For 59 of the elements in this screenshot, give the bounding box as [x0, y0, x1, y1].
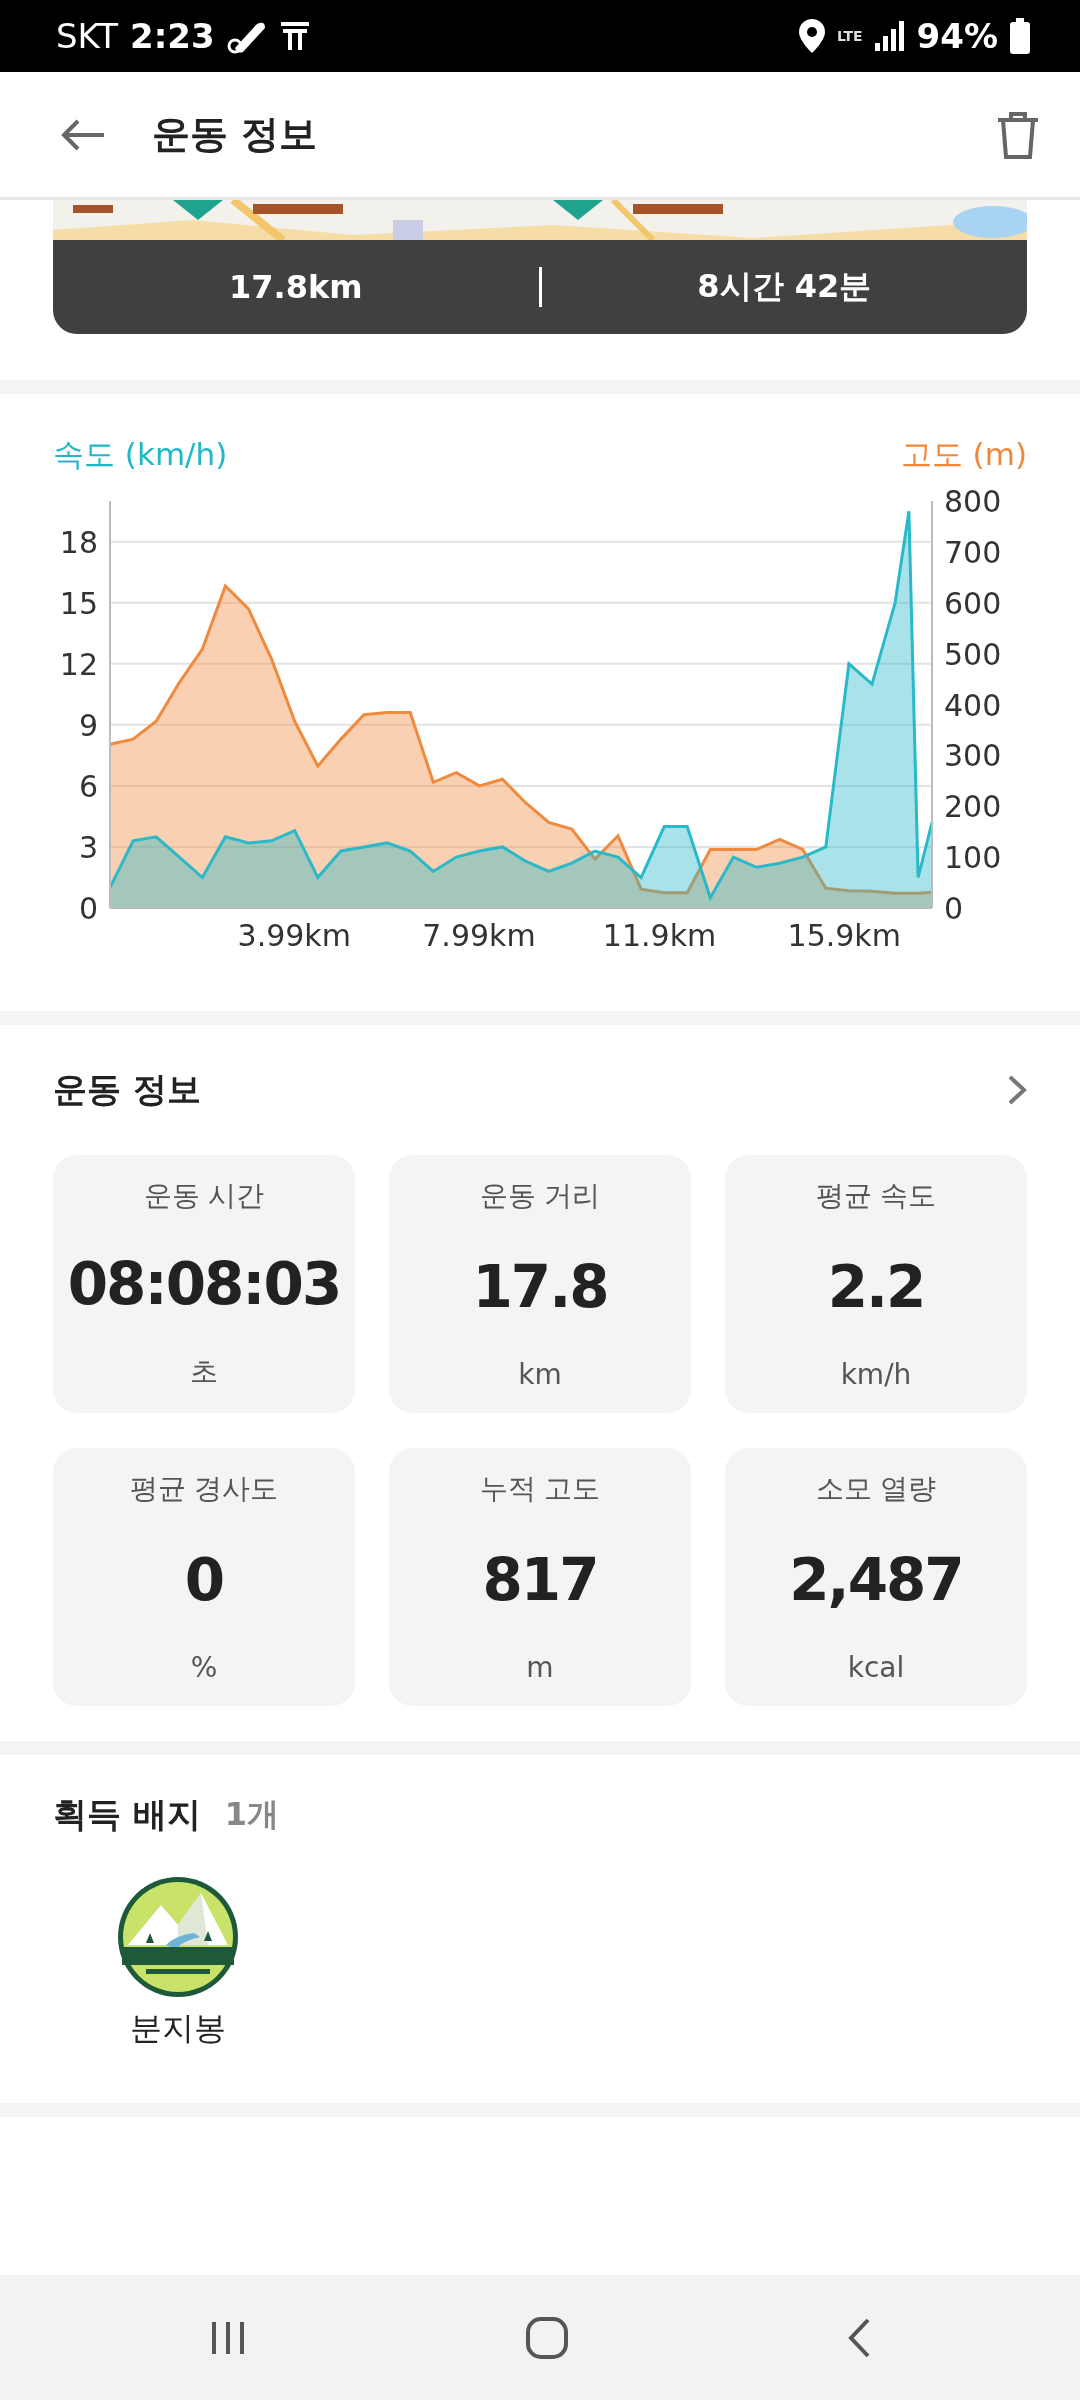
chevron-right-icon[interactable] [1007, 1074, 1027, 1106]
axis-tick-label: 6 [78, 768, 98, 804]
section-title: 획득 배지 [53, 1793, 201, 1836]
axis-tick-label: 7.99km [422, 918, 536, 953]
axis-tick-label: 400 [944, 687, 1002, 723]
stat-label: 운동 시간 [143, 1178, 265, 1214]
location-icon [798, 19, 825, 53]
stat-unit: km/h [840, 1358, 912, 1391]
axis-tick-label: 800 [944, 484, 1002, 519]
stat-value: 2.2 [827, 1252, 925, 1321]
axis-tick-label: 9 [78, 707, 98, 743]
duration-value: 8시간 42분 [696, 266, 873, 307]
stat-label: 소모 열량 [815, 1471, 937, 1507]
clock: 2:23 [130, 16, 215, 56]
distance-value: 17.8km [227, 268, 364, 306]
axis-tick-label: 0 [944, 891, 964, 926]
axis-tick-label: 3 [78, 829, 98, 865]
stat-label: 평균 경사도 [129, 1471, 279, 1507]
trash-icon[interactable] [996, 110, 1040, 159]
signal-icon [874, 21, 905, 51]
stat-unit: km [518, 1358, 562, 1391]
stat-label: 평균 속도 [815, 1178, 937, 1214]
back-arrow-icon[interactable] [60, 117, 106, 152]
axis-tick-label: 15.9km [787, 918, 901, 953]
stat-value: 17.8 [472, 1252, 608, 1321]
axis-tick-label: 100 [944, 840, 1002, 876]
stat-label: 운동 거리 [479, 1178, 601, 1214]
axis-tick-label: 200 [944, 789, 1002, 825]
stat-value: 817 [482, 1545, 598, 1614]
axis-tick-label: 0 [78, 891, 98, 926]
home-icon[interactable] [525, 2315, 569, 2360]
stat-label: 누적 고도 [479, 1471, 601, 1507]
stat-unit: kcal [847, 1651, 905, 1684]
badge-name: 분지봉 [130, 2008, 226, 2049]
stat-unit: 초 [190, 1354, 218, 1390]
stat-unit: m [526, 1651, 554, 1684]
stat-value: 08:08:03 [67, 1250, 341, 1318]
section-title: 운동 정보 [53, 1068, 202, 1111]
axis-tick-label: 15 [59, 585, 98, 621]
axis-tick-label: 600 [944, 585, 1002, 621]
screen-title: 운동 정보 [152, 111, 319, 158]
axis-tick-label: 12 [59, 646, 98, 682]
axis-tick-label: 700 [944, 534, 1002, 570]
stat-value: 2,487 [789, 1545, 963, 1614]
axis-tick-label: 300 [944, 738, 1002, 774]
stat-unit: % [190, 1651, 218, 1684]
carrier: SKT [56, 16, 118, 56]
badge-count: 1개 [224, 1794, 280, 1835]
axis-tick-label: 18 [59, 524, 98, 560]
battery-icon [1010, 18, 1030, 54]
network-label: LTE [836, 28, 863, 44]
axis-tick-label: 3.99km [237, 918, 351, 953]
carrier-logo-icon [278, 20, 311, 52]
battery-percent: 94% [916, 16, 998, 56]
speed-axis-title: 속도 (km/h) [53, 435, 228, 474]
axis-tick-label: 500 [944, 636, 1002, 672]
axis-tick-label: 11.9km [602, 918, 717, 953]
stat-value: 0 [184, 1545, 224, 1614]
altitude-axis-title: 고도 (m) [900, 435, 1027, 474]
